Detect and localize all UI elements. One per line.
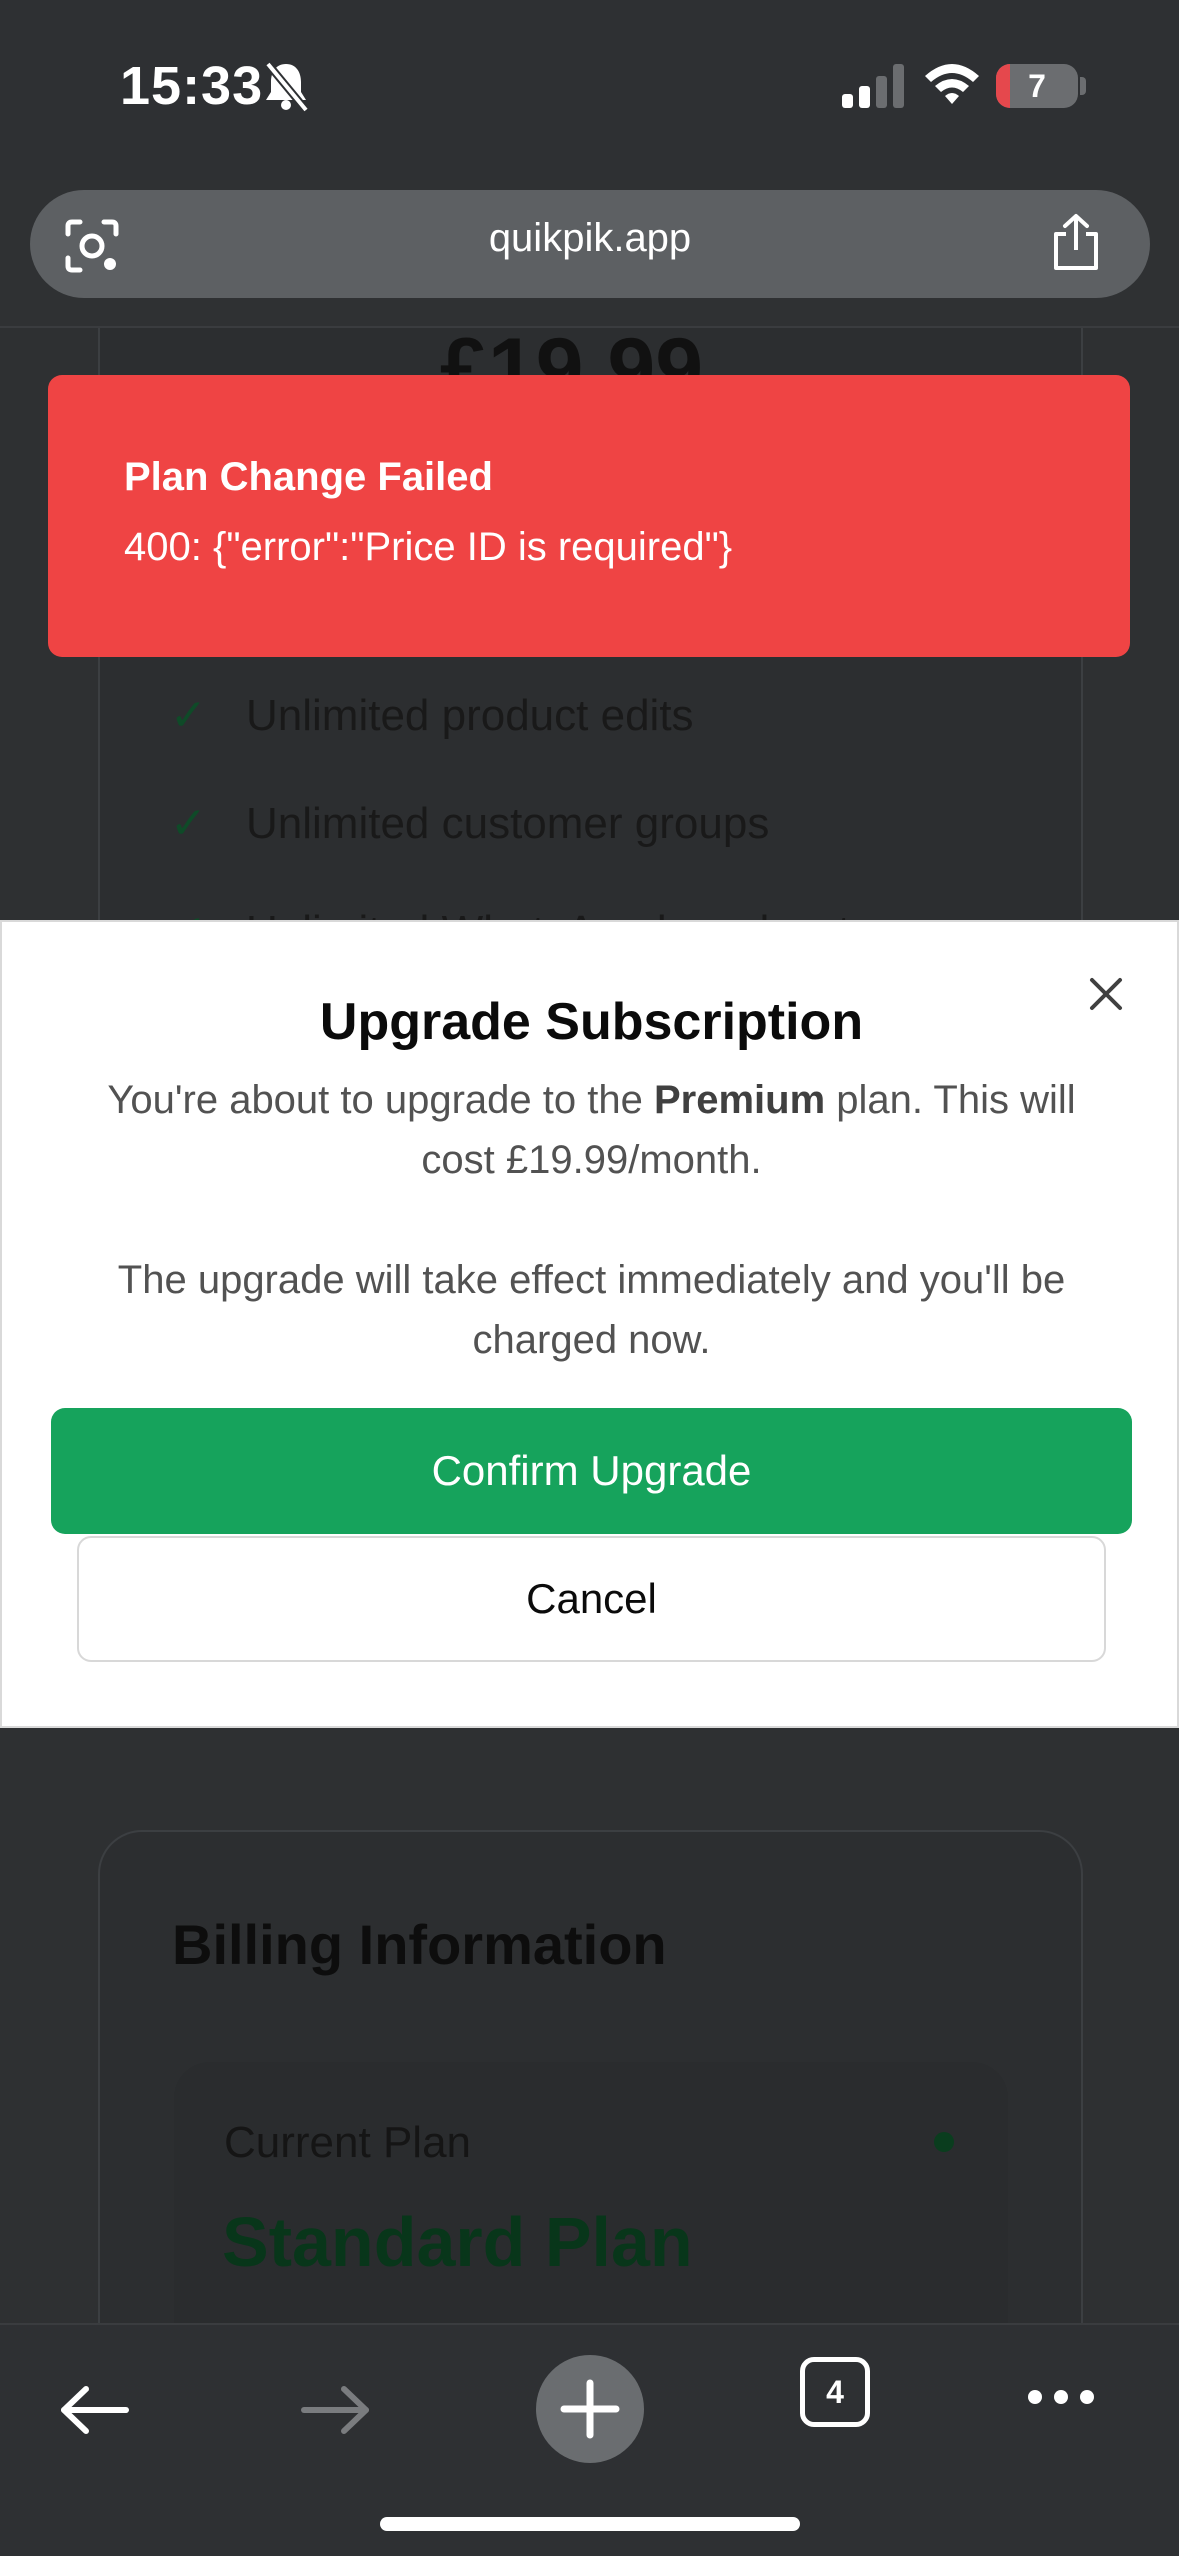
- feature-item: ✓ Unlimited product edits: [170, 690, 694, 741]
- error-toast[interactable]: Plan Change Failed 400: {"error":"Price …: [48, 375, 1130, 657]
- check-icon: ✓: [170, 799, 207, 848]
- new-tab-button[interactable]: [536, 2355, 644, 2463]
- upgrade-modal: Upgrade Subscription You're about to upg…: [0, 920, 1179, 1728]
- billing-card: Billing Information Current Plan Standar…: [98, 1830, 1083, 2328]
- feature-item: ✓ Unlimited customer groups: [170, 798, 769, 849]
- url-text[interactable]: quikpik.app: [30, 216, 1150, 261]
- battery-nub: [1080, 77, 1086, 95]
- battery-icon: 7: [996, 64, 1078, 108]
- back-arrow-icon[interactable]: [58, 2385, 130, 2435]
- status-time: 15:33: [120, 56, 264, 116]
- signal-icon: [842, 64, 904, 108]
- tabs-button[interactable]: 4: [800, 2357, 870, 2427]
- plus-icon: [560, 2379, 620, 2439]
- modal-description: You're about to upgrade to the Premium p…: [92, 1070, 1091, 1190]
- billing-title: Billing Information: [172, 1913, 667, 1976]
- current-plan-box: Current Plan Standard Plan: [174, 2062, 1008, 2328]
- status-dot: [934, 2132, 954, 2152]
- feature-label: Unlimited product edits: [246, 691, 694, 740]
- modal-title: Upgrade Subscription: [319, 993, 864, 1051]
- more-icon[interactable]: [1025, 2385, 1097, 2409]
- url-bar[interactable]: quikpik.app: [30, 190, 1150, 298]
- forward-arrow-icon[interactable]: [300, 2385, 372, 2435]
- wifi-icon: [925, 64, 979, 104]
- cancel-button[interactable]: Cancel: [77, 1536, 1106, 1662]
- modal-note: The upgrade will take effect immediately…: [117, 1258, 1066, 1362]
- current-plan-label: Current Plan: [224, 2118, 472, 2167]
- plan-name: Premium: [653, 1078, 826, 1122]
- check-icon: ✓: [170, 691, 207, 740]
- bell-slash-icon: [264, 61, 310, 112]
- share-icon[interactable]: [1048, 212, 1104, 272]
- confirm-upgrade-button[interactable]: Confirm Upgrade: [51, 1408, 1132, 1534]
- toast-message: 400: {"error":"Price ID is required"}: [124, 525, 733, 569]
- toast-title: Plan Change Failed: [124, 455, 493, 499]
- battery-level: 7: [1028, 68, 1046, 104]
- home-indicator: [380, 2517, 800, 2531]
- desc-text-before: You're about to upgrade to the: [107, 1078, 654, 1122]
- status-bar: 15:33 7: [0, 0, 1179, 180]
- current-plan-name: Standard Plan: [222, 2203, 693, 2281]
- feature-label: Unlimited customer groups: [246, 799, 770, 848]
